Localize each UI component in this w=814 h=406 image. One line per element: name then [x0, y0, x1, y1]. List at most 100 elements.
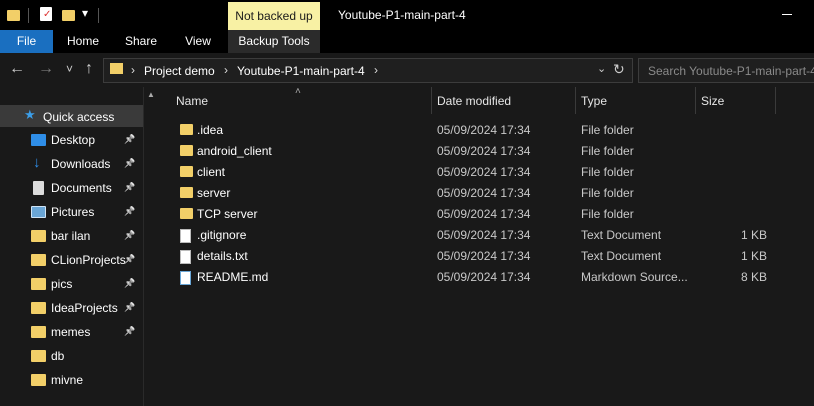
- tab-home[interactable]: Home: [58, 30, 108, 53]
- sidebar-item[interactable]: memes 📌: [0, 320, 143, 344]
- pin-icon[interactable]: 📌: [124, 278, 135, 289]
- file-date-modified: 05/09/2024 17:34: [437, 249, 531, 263]
- pin-icon[interactable]: 📌: [124, 326, 135, 337]
- column-divider[interactable]: [575, 87, 576, 114]
- refresh-icon[interactable]: ↻: [613, 61, 625, 78]
- sidebar-item[interactable]: Pictures 📌: [0, 200, 143, 224]
- minimize-button[interactable]: [782, 14, 792, 15]
- tab-file[interactable]: File: [0, 30, 53, 53]
- sidebar-item-label: Desktop: [51, 133, 96, 147]
- breadcrumb-current-folder[interactable]: Youtube-P1-main-part-4: [237, 64, 365, 78]
- breadcrumb-separator: ›: [374, 63, 378, 77]
- backup-status-tab[interactable]: Not backed up: [228, 2, 320, 30]
- pin-icon[interactable]: 📌: [124, 254, 135, 265]
- column-date-modified[interactable]: Date modified: [437, 94, 511, 121]
- file-type: File folder: [581, 207, 634, 221]
- documents-icon: [33, 181, 44, 195]
- tab-view[interactable]: View: [175, 30, 221, 53]
- separator: [98, 8, 99, 23]
- up-arrow-icon[interactable]: ↑: [85, 60, 93, 78]
- breadcrumb-project-demo[interactable]: Project demo: [144, 64, 215, 78]
- forward-arrow-icon[interactable]: →: [38, 60, 54, 78]
- file-name: TCP server: [197, 207, 258, 221]
- pin-icon[interactable]: 📌: [124, 302, 135, 313]
- sidebar-item[interactable]: Desktop 📌: [0, 128, 143, 152]
- back-arrow-icon[interactable]: ←: [9, 60, 25, 78]
- folder-icon: [180, 124, 193, 135]
- column-name[interactable]: Name: [176, 94, 208, 121]
- folder-icon: [180, 145, 193, 156]
- sidebar-item[interactable]: db: [0, 344, 143, 368]
- pin-icon[interactable]: 📌: [124, 158, 135, 169]
- download-icon: ↓: [33, 154, 41, 171]
- pin-icon[interactable]: 📌: [124, 230, 135, 241]
- file-type: File folder: [581, 165, 634, 179]
- file-type: File folder: [581, 186, 634, 200]
- file-name: .gitignore: [197, 228, 247, 242]
- sidebar-item[interactable]: mivne: [0, 368, 143, 392]
- new-folder-icon[interactable]: [62, 10, 75, 21]
- file-type: File folder: [581, 144, 634, 158]
- navigation-scrollbar[interactable]: [143, 87, 156, 406]
- file-name: client: [197, 165, 226, 179]
- file-name: server: [197, 186, 231, 200]
- scroll-up-icon[interactable]: ▲: [147, 90, 155, 99]
- sidebar-item-label: CLionProjects: [51, 253, 126, 267]
- address-dropdown-icon[interactable]: ⌄: [597, 62, 606, 75]
- markdown-file-icon: [180, 271, 191, 285]
- sidebar-item[interactable]: CLionProjects 📌: [0, 248, 143, 272]
- file-date-modified: 05/09/2024 17:34: [437, 144, 531, 158]
- folder-icon: [110, 63, 123, 74]
- file-date-modified: 05/09/2024 17:34: [437, 228, 531, 242]
- file-date-modified: 05/09/2024 17:34: [437, 186, 531, 200]
- recent-locations-icon[interactable]: ˅: [66, 62, 73, 76]
- file-date-modified: 05/09/2024 17:34: [437, 270, 531, 284]
- sidebar-item-label: Documents: [51, 181, 112, 195]
- folder-icon: [31, 350, 46, 362]
- file-size: 1 KB: [740, 228, 767, 242]
- sidebar-item-label: db: [51, 349, 65, 363]
- text-file-icon: [180, 250, 191, 264]
- folder-icon: [31, 254, 46, 266]
- file-type: File folder: [581, 123, 634, 137]
- sidebar-item-label: IdeaProjects: [51, 301, 118, 315]
- sidebar-item-label: memes: [51, 325, 91, 339]
- window-title: Youtube-P1-main-part-4: [338, 8, 466, 22]
- pictures-icon: [31, 206, 46, 218]
- file-name: README.md: [197, 270, 269, 284]
- folder-icon: [31, 278, 46, 290]
- search-placeholder: Search Youtube-P1-main-part-4: [648, 64, 814, 78]
- file-name: android_client: [197, 144, 272, 158]
- file-type: Markdown Source...: [581, 270, 688, 284]
- sidebar-item-label: pics: [51, 277, 73, 291]
- tab-backup-tools[interactable]: Backup Tools: [228, 30, 320, 53]
- column-divider[interactable]: [775, 87, 776, 114]
- pin-icon[interactable]: 📌: [124, 134, 135, 145]
- file-date-modified: 05/09/2024 17:34: [437, 207, 531, 221]
- pin-icon[interactable]: 📌: [124, 182, 135, 193]
- pin-icon[interactable]: 📌: [124, 206, 135, 217]
- folder-icon[interactable]: [7, 10, 20, 21]
- column-divider[interactable]: [431, 87, 432, 114]
- folder-icon: [31, 374, 46, 386]
- column-type[interactable]: Type: [581, 94, 607, 121]
- file-size: 1 KB: [740, 249, 767, 263]
- sort-ascending-icon: ˄: [295, 86, 301, 97]
- sidebar-item[interactable]: ↓ Downloads 📌: [0, 152, 143, 176]
- qa-customize-icon[interactable]: ▾: [82, 6, 88, 20]
- folder-icon: [180, 208, 193, 219]
- column-divider[interactable]: [695, 87, 696, 114]
- column-size[interactable]: Size: [701, 94, 724, 121]
- folder-icon: [31, 302, 46, 314]
- sidebar-item[interactable]: Documents 📌: [0, 176, 143, 200]
- file-name: details.txt: [197, 249, 248, 263]
- checkmark-icon: ✓: [43, 9, 52, 20]
- sidebar-item[interactable]: bar ilan 📌: [0, 224, 143, 248]
- tab-share[interactable]: Share: [118, 30, 164, 53]
- separator: [28, 8, 29, 23]
- sidebar-item-label: Quick access: [43, 110, 115, 124]
- file-date-modified: 05/09/2024 17:34: [437, 123, 531, 137]
- sidebar-item[interactable]: IdeaProjects 📌: [0, 296, 143, 320]
- sidebar-item[interactable]: pics 📌: [0, 272, 143, 296]
- sidebar-item-label: bar ilan: [51, 229, 91, 243]
